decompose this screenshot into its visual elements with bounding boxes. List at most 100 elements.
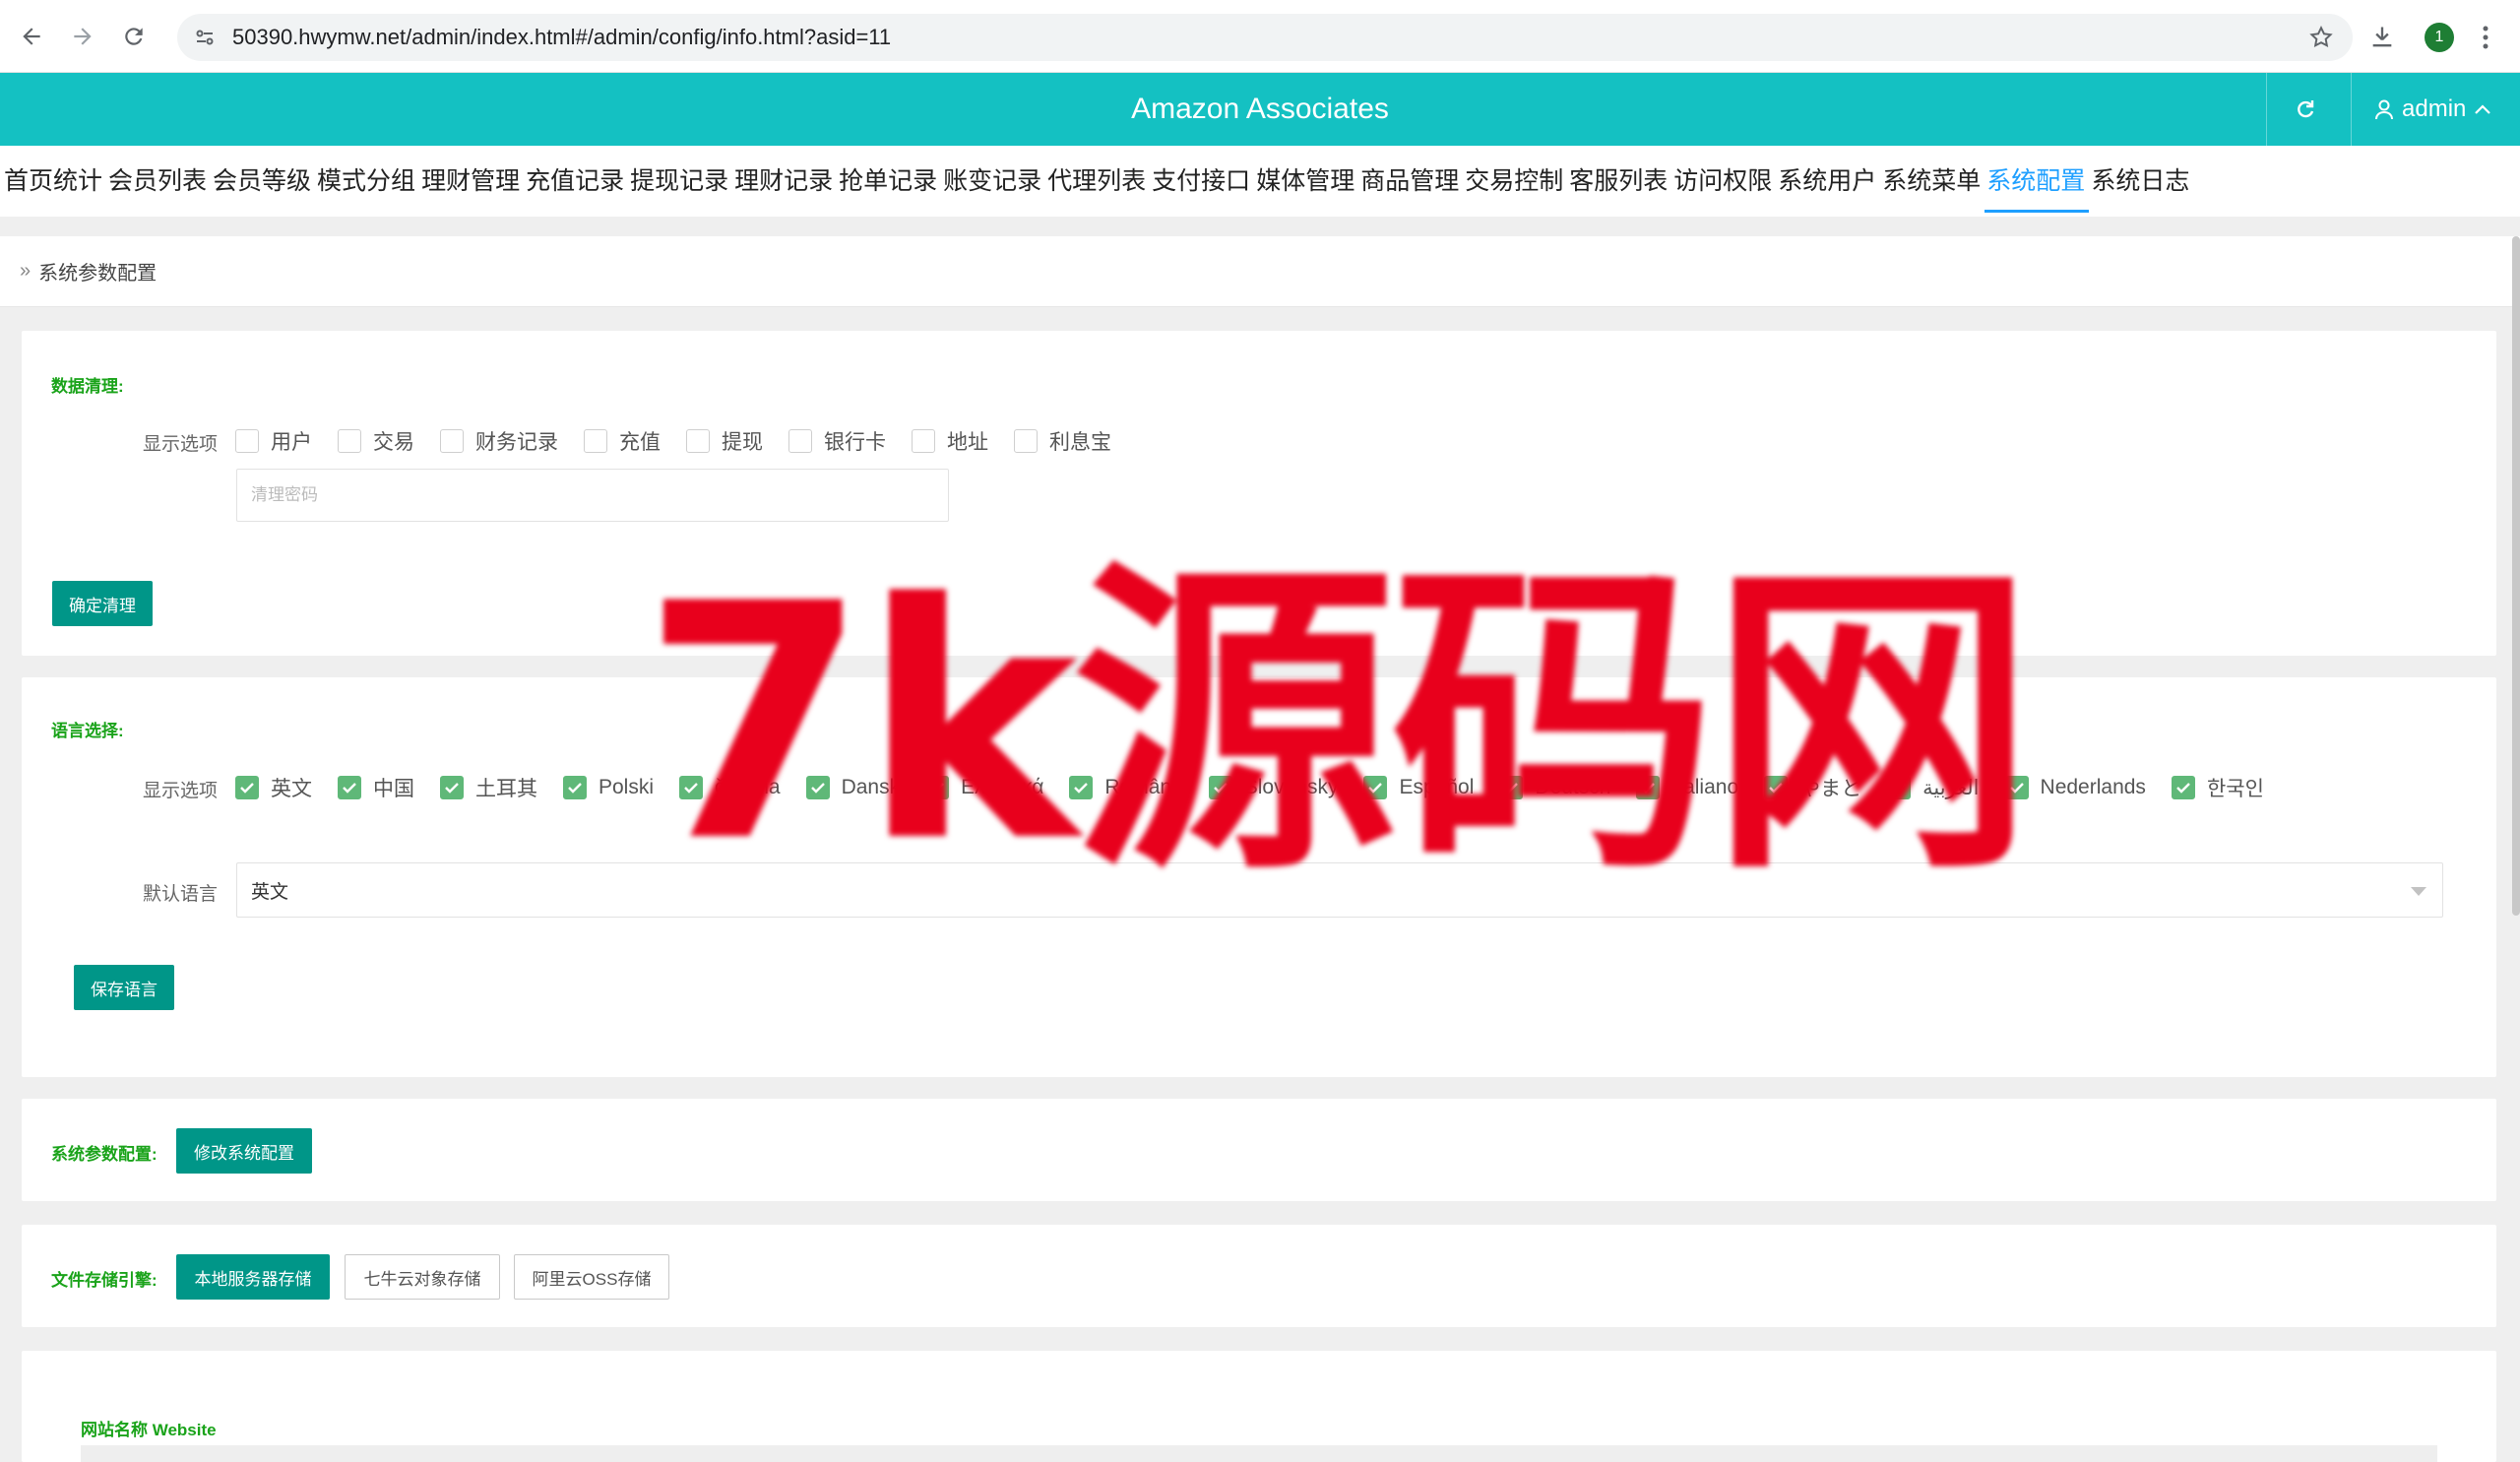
- menu-item[interactable]: 充值记录: [526, 146, 624, 217]
- forward-icon[interactable]: [65, 19, 100, 54]
- browser-toolbar: 50390.hwymw.net/admin/index.html#/admin/…: [0, 0, 2520, 73]
- menu-item[interactable]: 会员列表: [108, 146, 207, 217]
- section-title: 数据清理:: [51, 377, 124, 396]
- section-title: 语言选择:: [51, 722, 124, 740]
- menu-item[interactable]: 抢单记录: [839, 146, 937, 217]
- check-icon: [343, 783, 356, 794]
- menu-item[interactable]: 代理列表: [1047, 146, 1146, 217]
- menu-item[interactable]: 媒体管理: [1256, 146, 1354, 217]
- section-title: 文件存储引擎:: [51, 1271, 158, 1290]
- app-header: Amazon Associates admin: [0, 73, 2520, 146]
- checkbox-option[interactable]: 提现: [686, 426, 763, 456]
- top-navigation: 首页统计 会员列表 会员等级 模式分组 理财管理 充值记录 提现记录 理财记录 …: [0, 146, 2520, 217]
- chevron-up-icon: [2475, 104, 2491, 114]
- menu-item[interactable]: 账变记录: [943, 146, 1041, 217]
- more-menu-icon[interactable]: [2471, 18, 2500, 57]
- checkbox-checked[interactable]: [235, 776, 259, 799]
- menu-item[interactable]: 首页统计: [4, 146, 102, 217]
- qiniu-storage-button[interactable]: 七牛云对象存储: [345, 1254, 500, 1300]
- user-menu[interactable]: admin: [2374, 93, 2491, 126]
- checkbox-option[interactable]: 交易: [338, 426, 414, 456]
- save-language-button[interactable]: 保存语言: [74, 965, 174, 1010]
- user-icon: [2375, 99, 2393, 120]
- chevron-down-icon: [2411, 887, 2426, 896]
- local-storage-button[interactable]: 本地服务器存储: [176, 1254, 330, 1300]
- checkbox-option[interactable]: 财务记录: [440, 426, 558, 456]
- clean-password-input[interactable]: [236, 469, 949, 522]
- checkbox-box[interactable]: [338, 429, 361, 453]
- menu-item[interactable]: 支付接口: [1152, 146, 1250, 217]
- checkbox-option[interactable]: 银行卡: [788, 426, 886, 456]
- aliyun-oss-button[interactable]: 阿里云OSS存储: [514, 1254, 669, 1300]
- section-title: 系统参数配置:: [51, 1145, 158, 1164]
- checkbox-box[interactable]: [686, 429, 710, 453]
- menu-item[interactable]: 提现记录: [630, 146, 728, 217]
- checkbox-box[interactable]: [235, 429, 259, 453]
- watermark: 7k源码网: [642, 535, 2035, 913]
- menu-item[interactable]: 理财管理: [421, 146, 520, 217]
- checkbox-option[interactable]: 英文: [235, 773, 312, 802]
- breadcrumb: » 系统参数配置: [0, 236, 2520, 307]
- confirm-clean-button[interactable]: 确定清理: [52, 581, 153, 626]
- checkbox-checked[interactable]: [440, 776, 464, 799]
- checkbox-box[interactable]: [440, 429, 464, 453]
- menu-item[interactable]: 会员等级: [213, 146, 311, 217]
- scrollbar[interactable]: [2512, 236, 2520, 916]
- checkbox-option[interactable]: 한국인: [2171, 773, 2264, 802]
- checkbox-checked[interactable]: [563, 776, 587, 799]
- clean-options: 用户 交易 财务记录 充值 提现 银行卡 地址 利息宝: [235, 426, 1137, 456]
- website-name-label: 网站名称 Website: [81, 1421, 217, 1439]
- checkbox-option[interactable]: Polski: [563, 776, 654, 799]
- checkbox-checked[interactable]: [338, 776, 361, 799]
- download-icon[interactable]: [2362, 18, 2402, 57]
- website-card: 网站名称 Website: [22, 1351, 2496, 1462]
- menu-item[interactable]: 访问权限: [1673, 146, 1772, 217]
- checkbox-box[interactable]: [584, 429, 607, 453]
- menu-item[interactable]: 系统菜单: [1882, 146, 1981, 217]
- checkbox-checked[interactable]: [2171, 776, 2195, 799]
- breadcrumb-text: 系统参数配置: [38, 263, 158, 285]
- menu-item[interactable]: 模式分组: [317, 146, 415, 217]
- checkbox-option[interactable]: 地址: [912, 426, 988, 456]
- menu-item[interactable]: 交易控制: [1465, 146, 1563, 217]
- menu-item[interactable]: 系统日志: [2091, 146, 2189, 217]
- menu-item[interactable]: 客服列表: [1569, 146, 1668, 217]
- default-language-label: 默认语言: [143, 884, 219, 905]
- checkbox-option[interactable]: 中国: [338, 773, 414, 802]
- menu-item[interactable]: 商品管理: [1360, 146, 1459, 217]
- double-chevron-icon: »: [20, 260, 32, 282]
- storage-engine-card: 文件存储引擎: 本地服务器存储 七牛云对象存储 阿里云OSS存储: [22, 1225, 2496, 1327]
- username: admin: [2402, 95, 2467, 122]
- checkbox-option[interactable]: 充值: [584, 426, 661, 456]
- checkbox-box[interactable]: [1014, 429, 1038, 453]
- header-divider: [2351, 73, 2352, 146]
- edit-system-config-button[interactable]: 修改系统配置: [176, 1128, 312, 1174]
- bookmark-star-icon[interactable]: [2305, 22, 2337, 53]
- system-params-card: 系统参数配置: 修改系统配置: [22, 1099, 2496, 1201]
- menu-item[interactable]: 系统用户: [1778, 146, 1876, 217]
- check-icon: [2176, 783, 2190, 794]
- website-name-input[interactable]: [81, 1445, 2437, 1462]
- reload-icon[interactable]: [116, 19, 152, 54]
- profile-avatar[interactable]: 1: [2420, 18, 2459, 57]
- options-label: 显示选项: [143, 434, 219, 455]
- menu-item-active[interactable]: 系统配置: [1984, 146, 2090, 217]
- checkbox-box[interactable]: [788, 429, 812, 453]
- app-title: Amazon Associates: [1131, 93, 1389, 125]
- menu-item[interactable]: 理财记录: [734, 146, 833, 217]
- checkbox-option[interactable]: 土耳其: [440, 773, 537, 802]
- checkbox-option[interactable]: 用户: [235, 426, 312, 456]
- checkbox-option[interactable]: 利息宝: [1014, 426, 1111, 456]
- address-bar[interactable]: 50390.hwymw.net/admin/index.html#/admin/…: [177, 14, 2353, 61]
- check-icon: [240, 783, 254, 794]
- header-divider: [2266, 73, 2267, 146]
- site-settings-icon[interactable]: [187, 20, 222, 55]
- options-label: 显示选项: [143, 781, 219, 801]
- selected-language: 英文: [251, 881, 289, 903]
- check-icon: [568, 783, 582, 794]
- back-icon[interactable]: [14, 19, 49, 54]
- url-text[interactable]: 50390.hwymw.net/admin/index.html#/admin/…: [232, 25, 891, 50]
- check-icon: [445, 783, 459, 794]
- checkbox-box[interactable]: [912, 429, 935, 453]
- refresh-icon[interactable]: [2286, 93, 2325, 126]
